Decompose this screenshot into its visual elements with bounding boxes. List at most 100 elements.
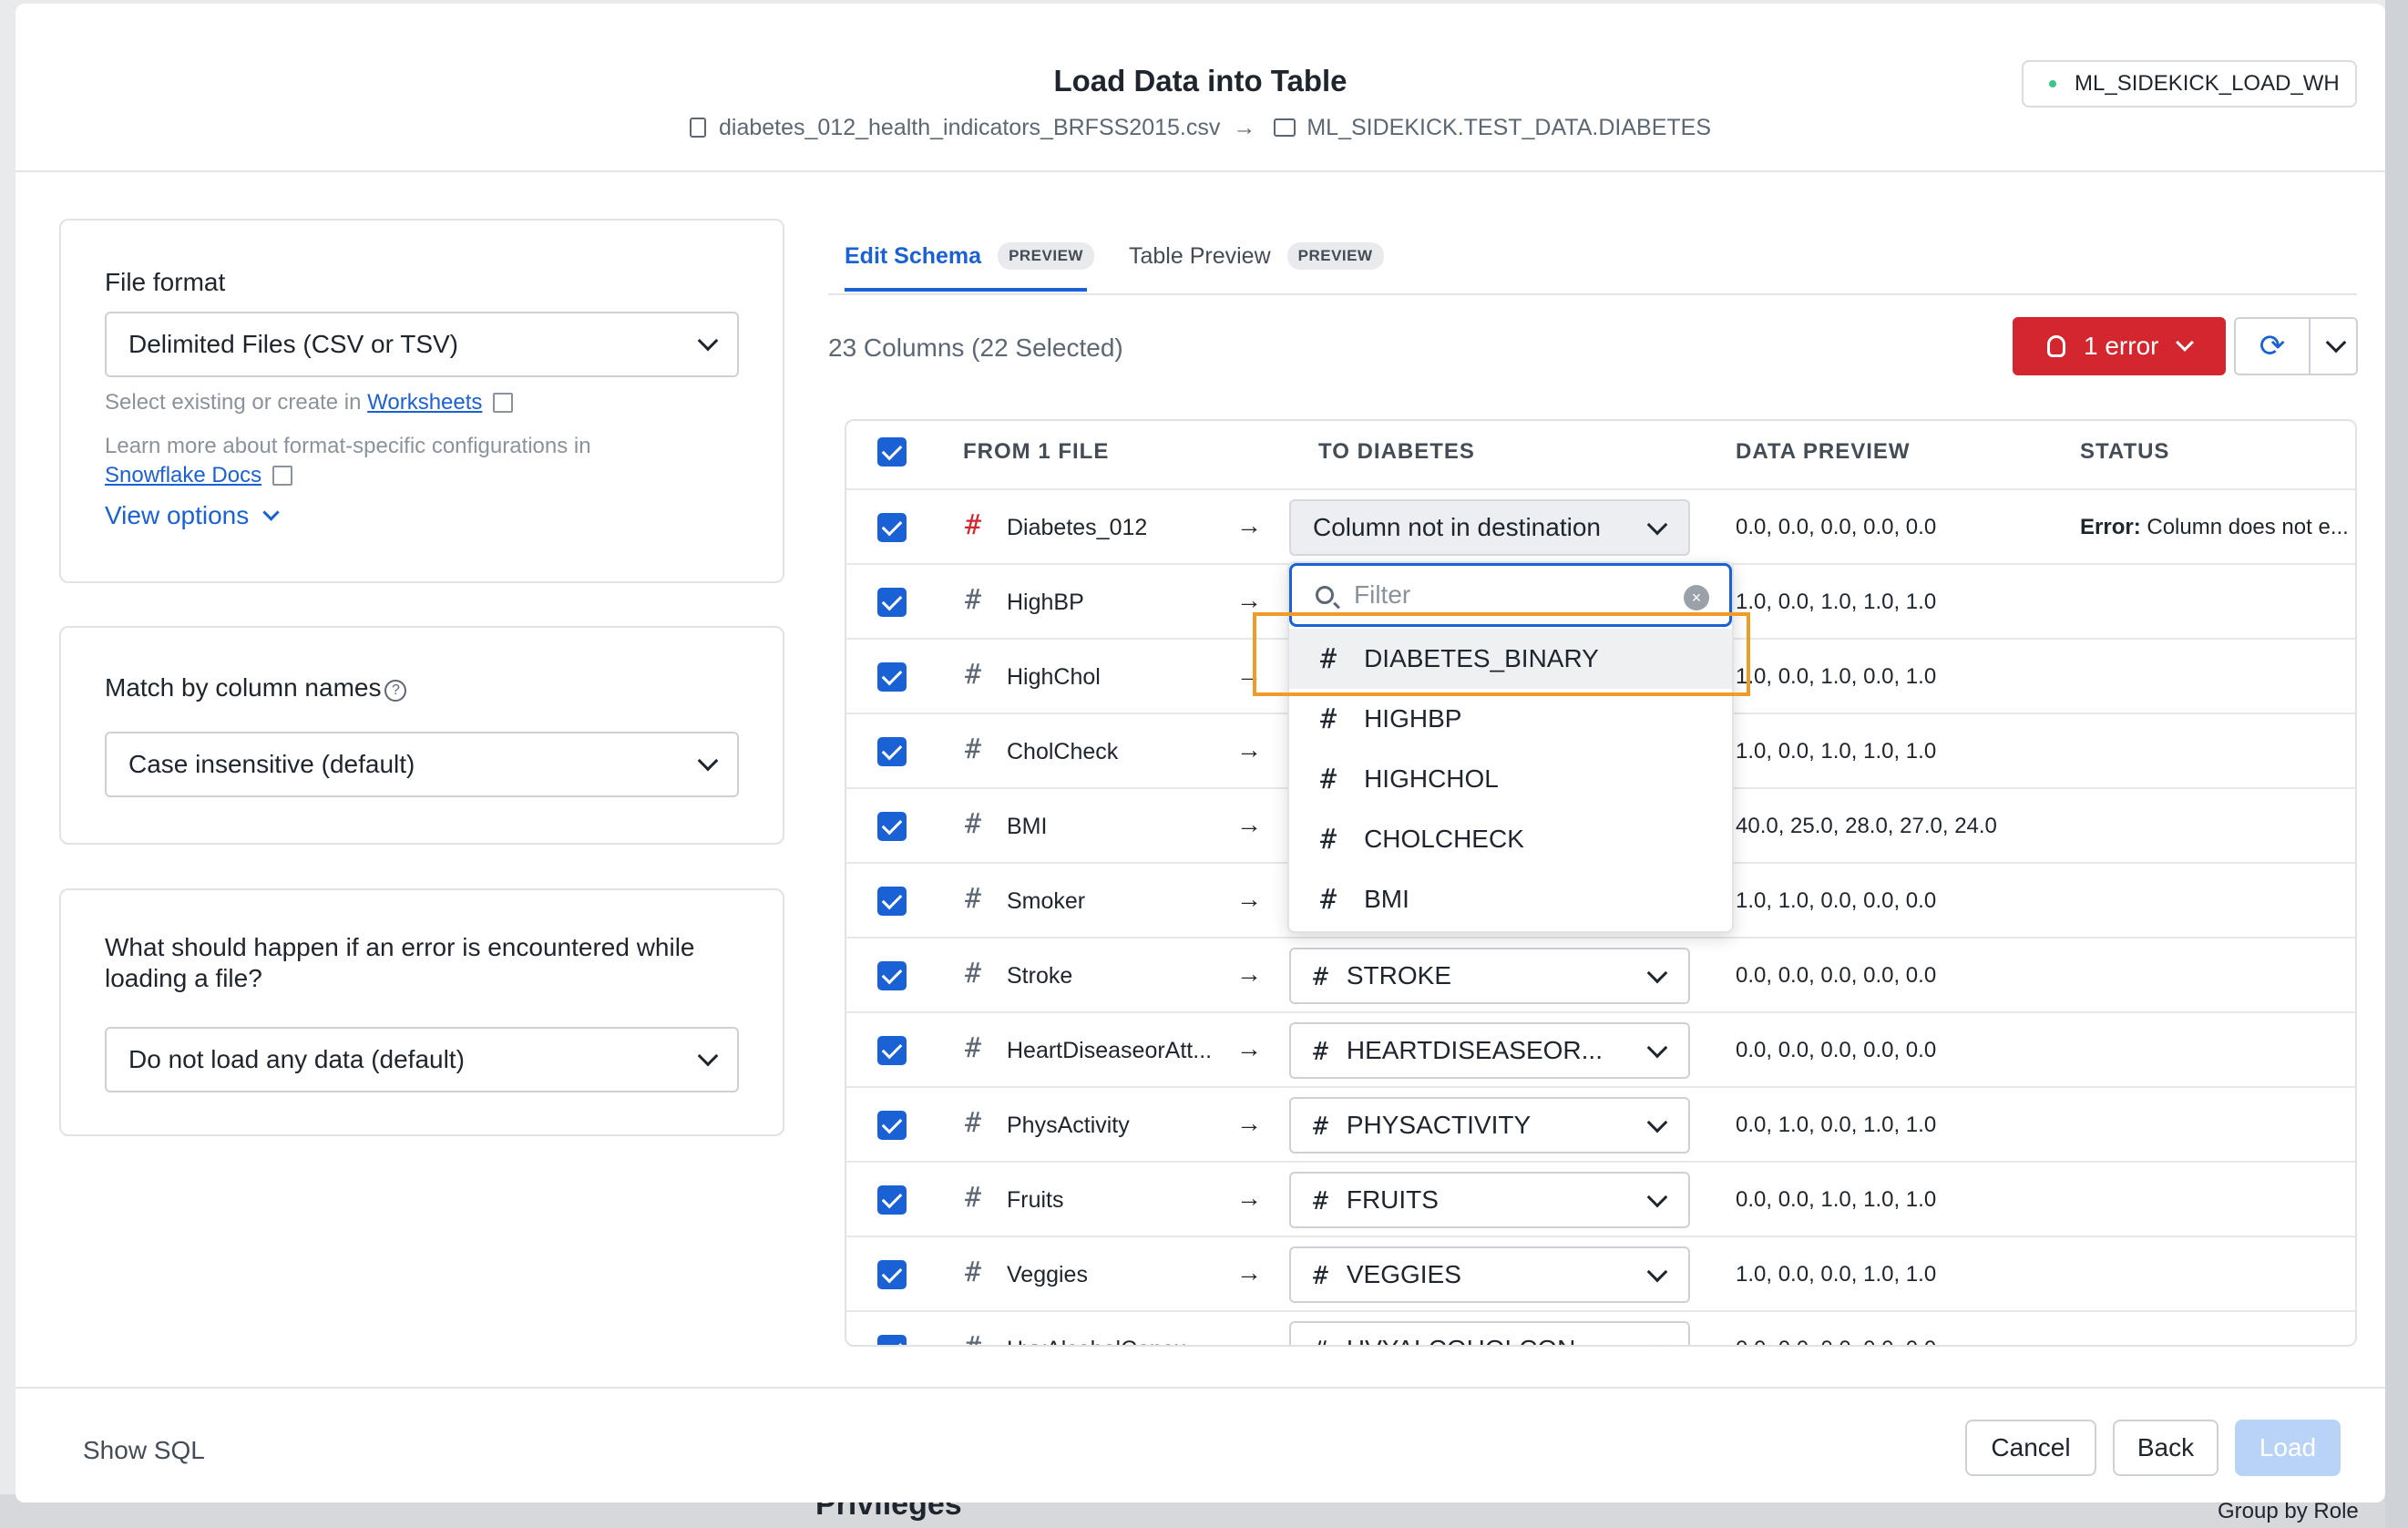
number-type-icon: # [965, 1331, 981, 1345]
on-error-select[interactable]: Do not load any data (default) [105, 1027, 739, 1092]
data-preview: 0.0, 0.0, 0.0, 0.0, 0.0 [1736, 963, 1937, 988]
external-link-icon [272, 466, 293, 486]
warehouse-selector[interactable]: ML_SIDEKICK_LOAD_WH [2022, 60, 2357, 108]
arrow-icon: → [1236, 586, 1262, 614]
cancel-button[interactable]: Cancel [1965, 1420, 2096, 1476]
table-row: # HeartDiseaseorAtt... → # HEARTDISEASEOR...… [846, 1011, 2355, 1086]
chevron-down-icon [1646, 1261, 1668, 1283]
row-checkbox[interactable] [877, 887, 907, 916]
chevron-down-icon [697, 750, 719, 772]
dropdown-option[interactable]: # BMI [1289, 869, 1732, 929]
view-options-link[interactable]: View options [105, 501, 280, 530]
table-row: # Fruits → # FRUITS 0.0, 0.0, 1.0, 1.0, 1.0 [846, 1161, 2355, 1236]
more-options-button[interactable] [2309, 317, 2358, 375]
number-type-icon: # [965, 733, 982, 765]
chevron-down-icon [2325, 332, 2347, 354]
match-select[interactable]: Case insensitive (default) [105, 732, 739, 797]
destination-column-value: Column not in destination [1313, 513, 1601, 541]
number-type-icon: # [965, 958, 982, 990]
table-icon [1274, 118, 1296, 137]
chevron-down-icon [1646, 1037, 1668, 1059]
destination-column-select[interactable]: # HVYALCOHOLCON... [1289, 1321, 1690, 1346]
table-row: # PhysActivity → # PHYSACTIVITY 0.0, 1.0, 0.0… [846, 1086, 2355, 1161]
hash-icon: # [1313, 1335, 1328, 1346]
destination-column-select[interactable]: # FRUITS [1289, 1172, 1690, 1228]
row-checkbox[interactable] [877, 1036, 907, 1065]
hash-icon: # [1313, 960, 1328, 991]
dropdown-option[interactable]: # HIGHCHOL [1289, 749, 1732, 809]
row-checkbox[interactable] [877, 513, 907, 542]
destination-column-select[interactable]: # VEGGIES [1289, 1246, 1690, 1303]
arrow-icon: → [1233, 115, 1256, 140]
match-value: Case insensitive (default) [128, 750, 415, 778]
data-preview: 1.0, 1.0, 0.0, 0.0, 0.0 [1736, 888, 1937, 913]
destination-column-value: HVYALCOHOLCON... [1347, 1335, 1597, 1345]
target-table-name: ML_SIDEKICK.TEST_DATA.DIABETES [1306, 115, 1711, 140]
dropdown-option[interactable]: # HIGHBP [1289, 689, 1732, 749]
destination-column-value: STROKE [1346, 961, 1451, 990]
view-options-label: View options [105, 501, 250, 529]
filter-placeholder: Filter [1354, 580, 1411, 609]
destination-column-select[interactable]: # STROKE [1289, 948, 1690, 1004]
background-right-strip [2385, 0, 2408, 1528]
row-checkbox[interactable] [877, 961, 907, 990]
schema-tabs: Edit Schema PREVIEW Table Preview PREVIEW [828, 219, 2357, 295]
table-row: # Veggies → # VEGGIES 1.0, 0.0, 0.0, 1.0, 1.0 [846, 1236, 2355, 1310]
source-column-name: HighBP [1007, 590, 1084, 615]
number-type-icon: # [965, 808, 982, 840]
help-icon[interactable]: ? [384, 680, 407, 702]
row-checkbox[interactable] [877, 1111, 907, 1140]
source-column-name: Diabetes_012 [1007, 515, 1148, 540]
destination-column-select[interactable]: Column not in destination [1289, 499, 1690, 556]
data-preview: 1.0, 0.0, 1.0, 0.0, 1.0 [1736, 664, 1937, 689]
row-checkbox[interactable] [877, 737, 907, 766]
destination-column-select[interactable]: # HEARTDISEASEOR... [1289, 1022, 1690, 1079]
row-checkbox[interactable] [877, 1335, 907, 1345]
error-button[interactable]: 1 error [2013, 317, 2226, 375]
show-sql-button[interactable]: Show SQL [83, 1436, 205, 1465]
load-button[interactable]: Load [2235, 1420, 2341, 1476]
data-preview: 0.0, 0.0, 0.0, 0.0, 0.0 [1736, 1038, 1937, 1062]
number-type-icon: # [965, 1032, 982, 1064]
row-checkbox[interactable] [877, 588, 907, 617]
snowflake-docs-link[interactable]: Snowflake Docs [105, 463, 261, 487]
arrow-icon: → [1236, 735, 1262, 764]
file-format-select[interactable]: Delimited Files (CSV or TSV) [105, 312, 739, 377]
dropdown-option[interactable]: # CHOLCHECK [1289, 809, 1732, 869]
option-label: HIGHCHOL [1364, 764, 1499, 793]
destination-column-value: PHYSACTIVITY [1346, 1111, 1532, 1139]
row-checkbox[interactable] [877, 1260, 907, 1289]
refresh-icon: ⟳ [2259, 329, 2286, 364]
modal-header: Load Data into Table diabetes_012_health… [15, 4, 2385, 172]
external-link-icon [493, 393, 514, 413]
tab-table-preview[interactable]: Table Preview PREVIEW [1129, 242, 1384, 270]
data-preview: 1.0, 0.0, 1.0, 1.0, 1.0 [1736, 739, 1937, 764]
chevron-down-icon [1646, 1186, 1668, 1208]
number-type-icon: # [965, 1182, 982, 1214]
refresh-button[interactable]: ⟳ [2234, 317, 2311, 375]
row-checkbox[interactable] [877, 662, 907, 692]
match-label: Match by column names? [105, 673, 407, 702]
docs-hint-text: Learn more about format-specific configu… [105, 434, 591, 458]
tab-edit-schema[interactable]: Edit Schema PREVIEW [845, 242, 1094, 270]
data-preview: 0.0, 0.0, 0.0, 0.0, 0.0 [1736, 1337, 1936, 1345]
modal-subtitle: diabetes_012_health_indicators_BRFSS2015… [15, 115, 2385, 141]
destination-column-select[interactable]: # PHYSACTIVITY [1289, 1097, 1690, 1154]
status-text: Error: Column does not e... [2080, 515, 2353, 540]
preview-badge: PREVIEW [998, 242, 1094, 270]
table-row: # HvyAlcoholConsu... → # HVYALCOHOLCON... 0.0… [846, 1310, 2355, 1346]
background-group-by: Group by Role [2218, 1499, 2359, 1523]
back-button[interactable]: Back [2113, 1420, 2218, 1476]
worksheets-link[interactable]: Worksheets [367, 390, 482, 415]
clear-icon[interactable]: × [1684, 585, 1709, 610]
worksheets-hint: Select existing or create in Worksheets [105, 388, 514, 417]
row-checkbox[interactable] [877, 812, 907, 841]
option-label: HIGHBP [1364, 704, 1462, 733]
file-format-value: Delimited Files (CSV or TSV) [128, 330, 459, 358]
source-column-name: Stroke [1007, 963, 1073, 989]
select-all-checkbox[interactable] [877, 437, 907, 467]
error-button-label: 1 error [2084, 332, 2159, 360]
tab-edit-schema-label: Edit Schema [845, 242, 982, 269]
header-status: STATUS [2080, 439, 2170, 464]
row-checkbox[interactable] [877, 1185, 907, 1215]
